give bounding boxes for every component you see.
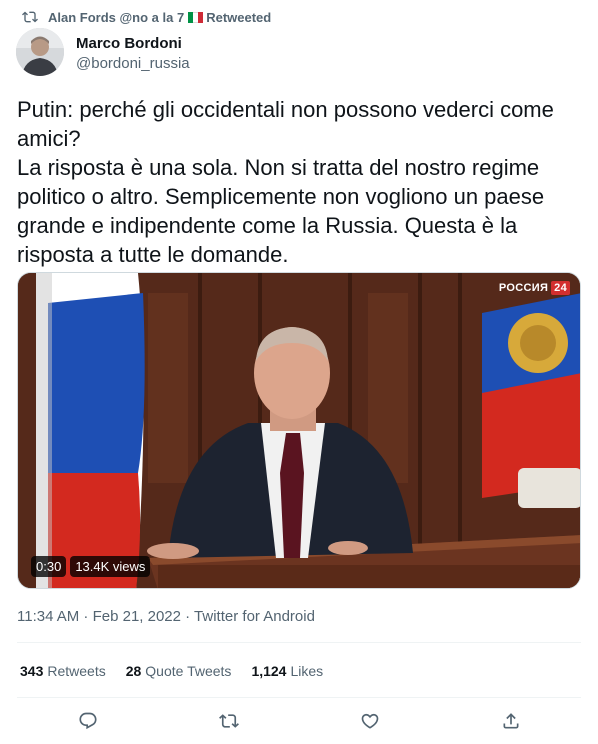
share-icon bbox=[503, 713, 518, 729]
quote-tweets-stat[interactable]: 28 Quote Tweets bbox=[126, 661, 232, 681]
channel-number: 24 bbox=[551, 281, 570, 295]
tweet-text: Putin: perché gli occidentali non posson… bbox=[17, 97, 554, 267]
like-button[interactable] bbox=[350, 706, 390, 736]
retweets-count: 343 bbox=[20, 663, 44, 679]
video-overlay-stats: 0:30 13.4K views bbox=[31, 556, 154, 577]
video-views: 13.4K views bbox=[70, 556, 151, 577]
engagement-stats: 343 Retweets 28 Quote Tweets 1,124 Likes bbox=[20, 661, 343, 681]
quotes-count: 28 bbox=[125, 663, 142, 679]
video-player[interactable]: РОССИЯ 24 0:30 13.4K views bbox=[17, 272, 581, 589]
likes-label: Likes bbox=[290, 663, 324, 679]
retweet-context: Alan Fords @no a la 7 Retweeted bbox=[22, 7, 271, 27]
reply-button[interactable] bbox=[68, 706, 108, 736]
retweets-label: Retweets bbox=[47, 663, 106, 679]
retweets-stat[interactable]: 343 Retweets bbox=[20, 661, 106, 681]
video-thumbnail bbox=[18, 273, 580, 588]
retweeter-name[interactable]: Alan Fords @no a la 7 bbox=[48, 10, 184, 25]
author-handle[interactable]: @bordoni_russia bbox=[76, 54, 190, 74]
action-bar bbox=[17, 706, 581, 736]
retweeted-label: Retweeted bbox=[206, 9, 272, 25]
retweet-button[interactable] bbox=[209, 706, 249, 736]
like-icon bbox=[361, 713, 378, 729]
retweet-icon bbox=[218, 714, 239, 728]
author-display-name[interactable]: Marco Bordoni bbox=[76, 34, 190, 54]
likes-count: 1,124 bbox=[251, 663, 287, 679]
retweet-icon bbox=[22, 11, 38, 23]
channel-logo: РОССИЯ 24 bbox=[499, 281, 570, 295]
share-button[interactable] bbox=[491, 706, 531, 736]
divider bbox=[17, 642, 581, 643]
italy-flag-icon bbox=[188, 11, 204, 23]
avatar[interactable] bbox=[16, 28, 64, 76]
tweet-author: Marco Bordoni @bordoni_russia bbox=[16, 28, 190, 76]
reply-icon bbox=[78, 712, 97, 730]
divider bbox=[17, 697, 581, 698]
tweet-timestamp[interactable]: 11:34 AM · Feb 21, 2022 · Twitter for An… bbox=[17, 607, 315, 627]
video-duration: 0:30 bbox=[31, 556, 67, 577]
quotes-label: Quote Tweets bbox=[145, 663, 232, 679]
likes-stat[interactable]: 1,124 Likes bbox=[251, 661, 323, 681]
channel-name: РОССИЯ bbox=[498, 282, 549, 294]
